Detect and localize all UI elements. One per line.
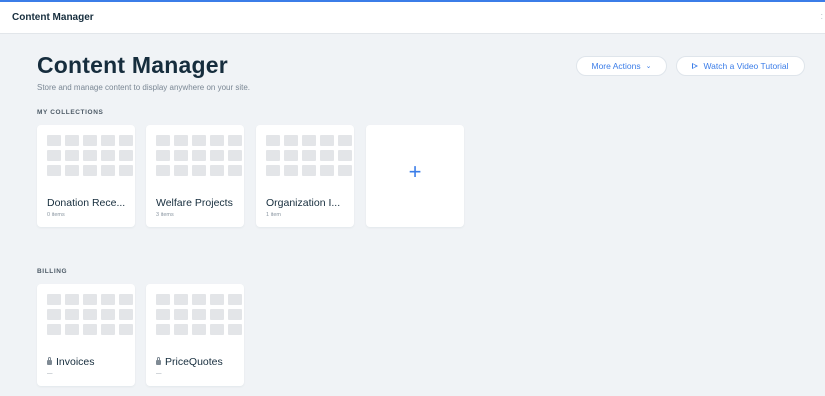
- more-actions-button[interactable]: More Actions ⌄: [576, 56, 667, 76]
- collection-card[interactable]: Organization I... 1 item: [256, 125, 354, 227]
- add-collection-button[interactable]: +: [366, 125, 464, 227]
- play-icon: [692, 63, 699, 69]
- collection-name: Donation Rece...: [47, 197, 126, 209]
- collection-card[interactable]: Welfare Projects 3 items: [146, 125, 244, 227]
- page-title: Content Manager: [37, 52, 228, 78]
- collection-item-count: 0 items: [47, 212, 65, 218]
- collection-item-count: —: [156, 371, 162, 377]
- collection-item-count: 1 item: [266, 212, 281, 218]
- collection-name: Invoices: [56, 356, 95, 368]
- collection-name-row: Invoices: [47, 356, 95, 368]
- section-label-my-collections: MY COLLECTIONS: [37, 109, 104, 116]
- close-icon[interactable]: :: [820, 11, 823, 21]
- watch-video-tutorial-button[interactable]: Watch a Video Tutorial: [676, 56, 805, 76]
- video-tutorial-label: Watch a Video Tutorial: [703, 61, 789, 71]
- collection-name: Organization I...: [266, 197, 341, 209]
- window-title: Content Manager: [12, 12, 94, 23]
- collection-item-count: —: [47, 371, 53, 377]
- collection-thumbnail: [266, 135, 352, 176]
- title-bar: Content Manager :: [0, 2, 825, 34]
- section-label-billing: BILLING: [37, 268, 68, 275]
- billing-collection-card[interactable]: PriceQuotes —: [146, 284, 244, 386]
- collection-name: PriceQuotes: [165, 356, 223, 368]
- plus-icon: +: [408, 159, 422, 184]
- collection-name: Welfare Projects: [156, 197, 233, 209]
- collection-thumbnail: [156, 135, 242, 176]
- billing-collection-card[interactable]: Invoices —: [37, 284, 135, 386]
- lock-icon: [156, 357, 161, 365]
- collection-thumbnail: [156, 294, 242, 335]
- page-subtitle: Store and manage content to display anyw…: [37, 83, 251, 92]
- collection-thumbnail: [47, 135, 133, 176]
- collection-card[interactable]: Donation Rece... 0 items: [37, 125, 135, 227]
- chevron-down-icon: ⌄: [645, 63, 652, 70]
- collection-item-count: 3 items: [156, 212, 174, 218]
- collection-name-row: PriceQuotes: [156, 356, 223, 368]
- more-actions-label: More Actions: [591, 61, 641, 71]
- lock-icon: [47, 357, 52, 365]
- collection-thumbnail: [47, 294, 133, 335]
